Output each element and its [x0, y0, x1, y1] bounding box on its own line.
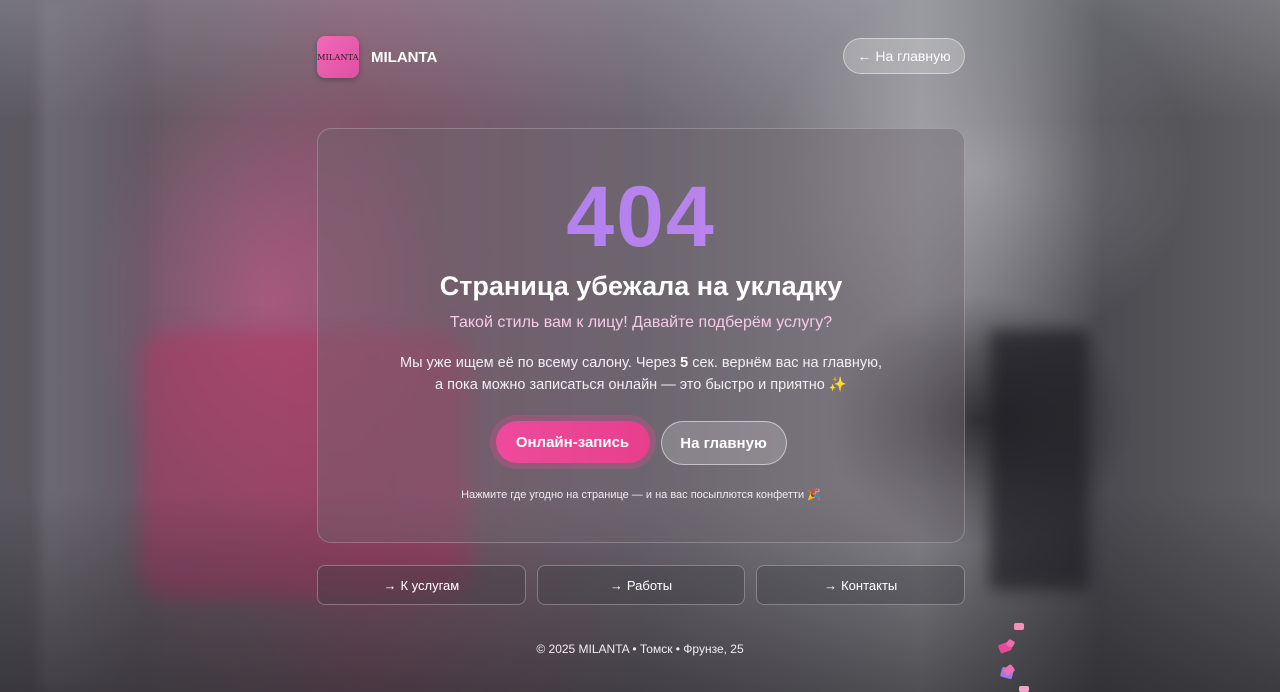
description-text-after: сек. вернём вас на главную,	[688, 355, 882, 371]
description-line-1: Мы уже ищем её по всему салону. Через 5 …	[318, 352, 964, 374]
nav-contacts-label: Контакты	[841, 577, 898, 593]
background-column	[40, 0, 150, 692]
footer: © 2025 MILANTA • Томск • Фрунзе, 25	[536, 642, 744, 656]
nav-services-label: К услугам	[400, 577, 460, 593]
header-home-button[interactable]: ← На главную	[843, 38, 965, 74]
bottom-nav: → К услугам → Работы → Контакты	[317, 565, 966, 605]
arrow-left-icon: ←	[857, 48, 872, 64]
confetti-piece	[1019, 686, 1029, 692]
confetti-hint: Нажмите где угодно на странице — и на ва…	[461, 489, 821, 501]
header: MILANTA MILANTA ← На главную	[317, 36, 965, 78]
error-description: Мы уже ищем её по всему салону. Через 5 …	[318, 352, 964, 396]
nav-works-button[interactable]: → Работы	[536, 565, 746, 605]
brand-logo: MILANTA	[317, 36, 359, 78]
brand-logo-text: MILANTA	[317, 52, 359, 62]
arrow-right-icon: →	[824, 577, 838, 593]
description-line-2: а пока можно записаться онлайн — это быс…	[435, 377, 847, 393]
brand[interactable]: MILANTA MILANTA	[317, 36, 437, 78]
confetti-piece	[1014, 623, 1024, 630]
arrow-right-icon: →	[609, 577, 623, 593]
arrow-right-icon: →	[383, 577, 397, 593]
go-home-button[interactable]: На главную	[660, 421, 787, 465]
background-cabinet	[990, 330, 1090, 590]
description-text-before: Мы уже ищем её по всему салону. Через	[399, 355, 681, 371]
nav-works-label: Работы	[626, 577, 673, 593]
brand-name: MILANTA	[371, 48, 438, 66]
action-buttons: Онлайн-запись На главную	[318, 421, 964, 465]
header-home-label: На главную	[875, 48, 951, 64]
online-booking-button[interactable]: Онлайн-запись	[495, 421, 650, 463]
countdown-value: 5	[680, 355, 689, 371]
nav-services-button[interactable]: → К услугам	[317, 565, 526, 605]
error-title: Страница убежала на укладку	[439, 271, 843, 301]
error-code: 404	[318, 169, 964, 265]
error-card: 404 Страница убежала на укладку Такой ст…	[317, 128, 965, 543]
nav-contacts-button[interactable]: → Контакты	[756, 565, 966, 605]
error-subtitle: Такой стиль вам к лицу! Давайте подберём…	[449, 314, 833, 331]
